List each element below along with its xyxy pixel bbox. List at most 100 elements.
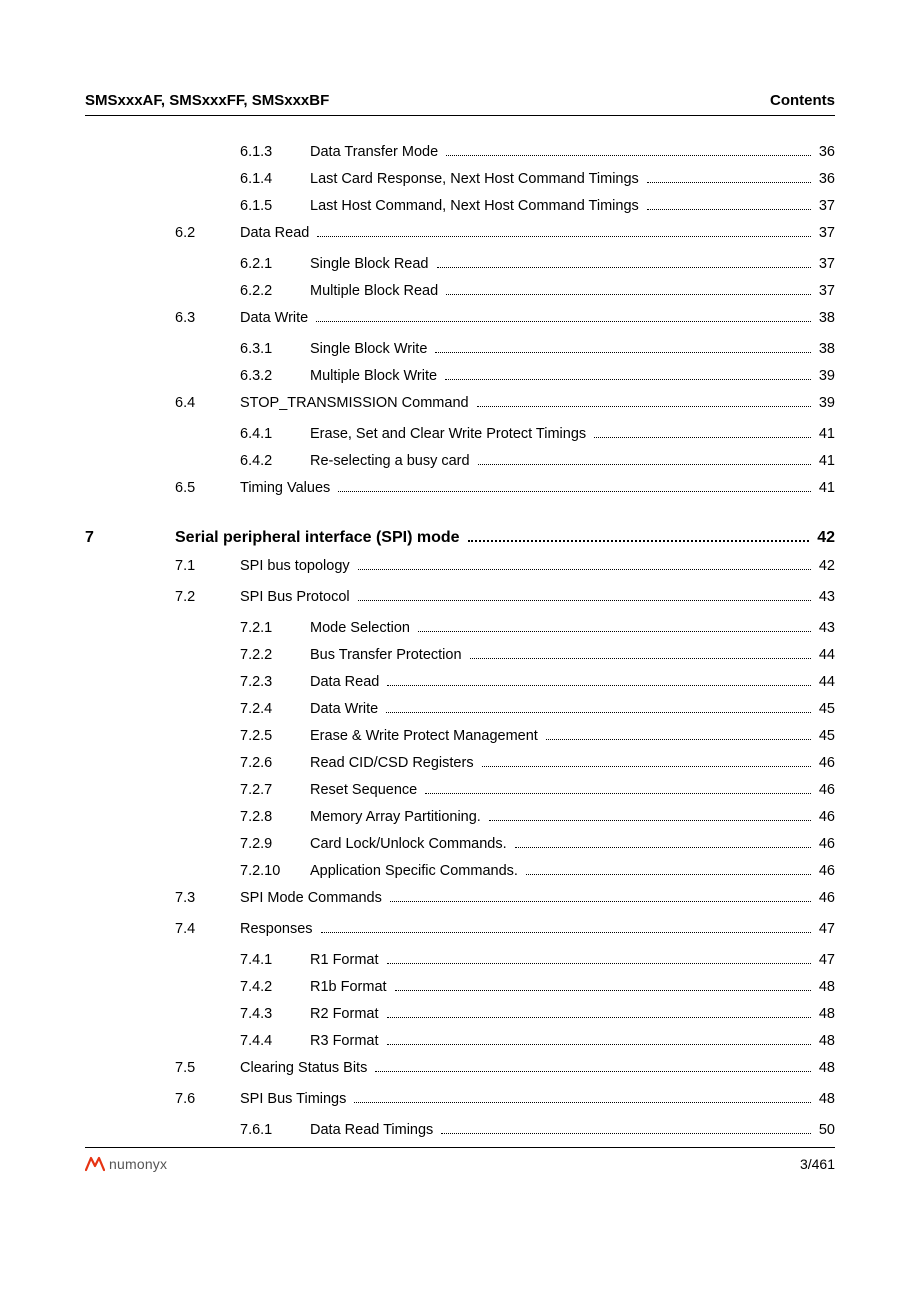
toc-entry-page: 36 (815, 144, 835, 160)
toc-entry[interactable]: 6.1.3Data Transfer Mode36 (85, 144, 835, 160)
toc-leader-dots (489, 820, 811, 821)
toc-leader-dots (338, 491, 811, 492)
toc-section-number: 6.2 (175, 225, 240, 241)
toc-leader-dots (418, 631, 811, 632)
toc-entry-page: 48 (815, 1060, 835, 1076)
toc-entry[interactable]: 7.2.9Card Lock/Unlock Commands.46 (85, 836, 835, 852)
toc-entry[interactable]: 6.3Data Write38 (85, 310, 835, 326)
toc-entry[interactable]: 7.4.3R2 Format48 (85, 1006, 835, 1022)
toc-subsection-number: 7.4.2 (240, 979, 310, 995)
toc-subsection-number: 6.3.2 (240, 368, 310, 384)
toc-entry[interactable]: 7.2.3Data Read44 (85, 674, 835, 690)
toc-entry[interactable]: 7.1SPI bus topology42 (85, 558, 835, 574)
toc-entry[interactable]: 7.4.2R1b Format48 (85, 979, 835, 995)
toc-entry-title: SPI bus topology (240, 558, 354, 574)
toc-entry-title: Responses (240, 921, 317, 937)
toc-subsection-number: 7.4.4 (240, 1033, 310, 1049)
toc-leader-dots (482, 766, 811, 767)
toc-subsection-number: 7.2.2 (240, 647, 310, 663)
toc-entry-title: Erase & Write Protect Management (310, 728, 542, 744)
toc-leader-dots (321, 932, 811, 933)
page-footer: numonyx 3/461 (85, 1147, 835, 1172)
toc-entry-title: Multiple Block Read (310, 283, 442, 299)
toc-entry-title: Bus Transfer Protection (310, 647, 466, 663)
toc-entry[interactable]: 7.2.10Application Specific Commands.46 (85, 863, 835, 879)
toc-entry[interactable]: 6.1.5Last Host Command, Next Host Comman… (85, 198, 835, 214)
toc-entry-page: 46 (815, 836, 835, 852)
toc-entry-title: Multiple Block Write (310, 368, 441, 384)
toc-entry-title: Read CID/CSD Registers (310, 755, 478, 771)
brand-text: numonyx (109, 1156, 167, 1172)
toc-entry[interactable]: 7.2.1Mode Selection43 (85, 620, 835, 636)
toc-entry-page: 46 (815, 782, 835, 798)
toc-entry[interactable]: 6.4STOP_TRANSMISSION Command39 (85, 395, 835, 411)
toc-subsection-number: 7.2.5 (240, 728, 310, 744)
toc-entry[interactable]: 7.2.6Read CID/CSD Registers46 (85, 755, 835, 771)
toc-entry-title: SPI Mode Commands (240, 890, 386, 906)
toc-entry-page: 37 (815, 225, 835, 241)
toc-leader-dots (435, 352, 810, 353)
toc-entry-page: 38 (815, 310, 835, 326)
toc-entry-page: 46 (815, 809, 835, 825)
toc-entry[interactable]: 7Serial peripheral interface (SPI) mode4… (85, 529, 835, 547)
toc-entry-title: STOP_TRANSMISSION Command (240, 395, 473, 411)
toc-leader-dots (390, 901, 811, 902)
toc-entry-title: R2 Format (310, 1006, 383, 1022)
toc-leader-dots (470, 658, 811, 659)
toc-leader-dots (425, 793, 811, 794)
toc-entry[interactable]: 6.5Timing Values41 (85, 480, 835, 496)
toc-entry[interactable]: 7.5Clearing Status Bits48 (85, 1060, 835, 1076)
toc-entry-title: Data Read (310, 674, 383, 690)
toc-entry[interactable]: 7.4.1R1 Format47 (85, 952, 835, 968)
toc-subsection-number: 7.2.3 (240, 674, 310, 690)
toc-leader-dots (446, 155, 811, 156)
toc-entry[interactable]: 7.2.8Memory Array Partitioning.46 (85, 809, 835, 825)
toc-entry-title: Re-selecting a busy card (310, 453, 474, 469)
toc-entry[interactable]: 6.3.1Single Block Write38 (85, 341, 835, 357)
toc-entry[interactable]: 7.2.7Reset Sequence46 (85, 782, 835, 798)
toc-entry[interactable]: 7.4.4R3 Format48 (85, 1033, 835, 1049)
toc-entry[interactable]: 6.2.1Single Block Read37 (85, 256, 835, 272)
toc-leader-dots (515, 847, 811, 848)
toc-entry-title: R3 Format (310, 1033, 383, 1049)
toc-leader-dots (358, 569, 811, 570)
toc-entry-title: R1 Format (310, 952, 383, 968)
toc-subsection-number: 6.2.2 (240, 283, 310, 299)
toc-entry-page: 36 (815, 171, 835, 187)
toc-entry[interactable]: 7.4Responses47 (85, 921, 835, 937)
header-left: SMSxxxAF, SMSxxxFF, SMSxxxBF (85, 92, 329, 109)
toc-leader-dots (437, 267, 811, 268)
toc-entry[interactable]: 7.2.2Bus Transfer Protection44 (85, 647, 835, 663)
toc-leader-dots (477, 406, 811, 407)
toc-entry[interactable]: 6.2.2Multiple Block Read37 (85, 283, 835, 299)
toc-leader-dots (354, 1102, 810, 1103)
toc-subsection-number: 7.2.9 (240, 836, 310, 852)
toc-entry[interactable]: 7.3SPI Mode Commands46 (85, 890, 835, 906)
toc-entry[interactable]: 6.2Data Read37 (85, 225, 835, 241)
toc-leader-dots (445, 379, 811, 380)
toc-entry[interactable]: 6.3.2Multiple Block Write39 (85, 368, 835, 384)
toc-subsection-number: 7.2.8 (240, 809, 310, 825)
toc-entry[interactable]: 7.2.4Data Write45 (85, 701, 835, 717)
toc-entry-title: R1b Format (310, 979, 391, 995)
toc-entry[interactable]: 7.6SPI Bus Timings48 (85, 1091, 835, 1107)
toc-entry[interactable]: 6.4.1Erase, Set and Clear Write Protect … (85, 426, 835, 442)
toc-entry[interactable]: 6.1.4Last Card Response, Next Host Comma… (85, 171, 835, 187)
toc-leader-dots (386, 712, 811, 713)
toc-entry[interactable]: 6.4.2Re-selecting a busy card41 (85, 453, 835, 469)
numonyx-logo-icon (85, 1156, 105, 1172)
toc-entry[interactable]: 7.2.5Erase & Write Protect Management45 (85, 728, 835, 744)
toc-entry[interactable]: 7.6.1Data Read Timings50 (85, 1122, 835, 1138)
toc-leader-dots (387, 1017, 811, 1018)
toc-entry[interactable]: 7.2SPI Bus Protocol43 (85, 589, 835, 605)
toc-entry-title: SPI Bus Timings (240, 1091, 350, 1107)
toc-subsection-number: 7.2.4 (240, 701, 310, 717)
toc-entry-title: SPI Bus Protocol (240, 589, 354, 605)
toc-subsection-number: 7.6.1 (240, 1122, 310, 1138)
toc-subsection-number: 7.4.3 (240, 1006, 310, 1022)
toc-entry-title: Reset Sequence (310, 782, 421, 798)
toc-leader-dots (387, 1044, 811, 1045)
toc-leader-dots (358, 600, 811, 601)
toc-section-number: 7.5 (175, 1060, 240, 1076)
toc-leader-dots (647, 182, 811, 183)
